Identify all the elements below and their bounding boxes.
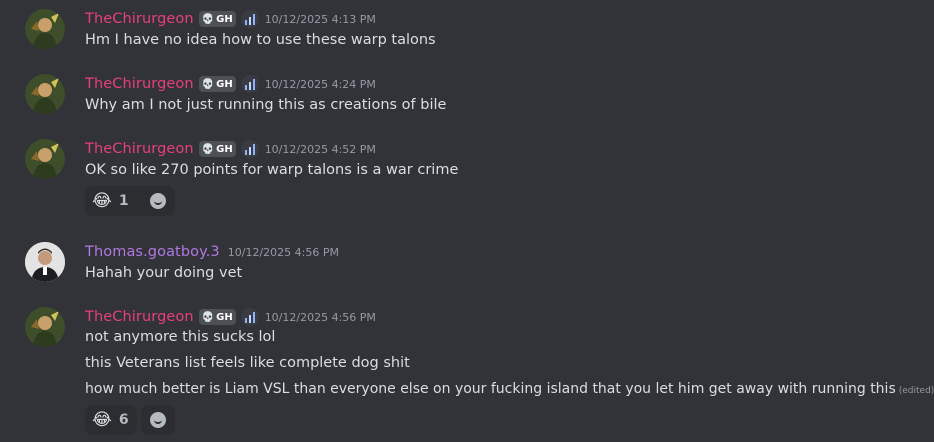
clan-tag[interactable]: 💀 GH	[198, 76, 236, 92]
server-boost-icon[interactable]	[240, 140, 259, 158]
message-text: not anymore this sucks lol	[85, 329, 276, 345]
skull-icon: 💀	[201, 13, 215, 25]
laughing-emoji-icon: 😂	[92, 191, 112, 211]
add-reaction-button[interactable]	[141, 186, 175, 216]
clan-tag-label: GH	[216, 78, 233, 90]
message-text-content: how much better is Liam VSL than everyon…	[85, 381, 896, 397]
message-text: this Veterans list feels like complete d…	[85, 355, 410, 371]
clan-tag[interactable]: 💀 GH	[198, 141, 236, 157]
username[interactable]: TheChirurgeon	[85, 141, 194, 157]
skull-icon: 💀	[201, 311, 215, 323]
server-boost-icon[interactable]	[240, 75, 259, 93]
smiley-icon	[150, 193, 166, 209]
avatar[interactable]	[25, 242, 65, 282]
clan-tag-label: GH	[216, 311, 233, 323]
smiley-icon	[150, 412, 166, 428]
timestamp[interactable]: 10/12/2025 4:56 PM	[265, 311, 376, 324]
avatar[interactable]	[25, 307, 65, 347]
server-boost-icon[interactable]	[240, 10, 259, 28]
username[interactable]: TheChirurgeon	[85, 309, 194, 325]
message-text: how much better is Liam VSL than everyon…	[85, 381, 934, 397]
clan-tag[interactable]: 💀 GH	[198, 309, 236, 325]
clan-tag-label: GH	[216, 13, 233, 25]
message-text: Why am I not just running this as creati…	[85, 97, 447, 113]
reaction-laughing[interactable]: 😂 6	[85, 405, 137, 435]
reaction-count: 6	[118, 412, 129, 428]
username[interactable]: Thomas.goatboy.3	[85, 244, 220, 260]
timestamp[interactable]: 10/12/2025 4:13 PM	[265, 13, 376, 26]
username[interactable]: TheChirurgeon	[85, 11, 194, 27]
skull-icon: 💀	[201, 143, 215, 155]
clan-tag[interactable]: 💀 GH	[198, 11, 236, 27]
timestamp[interactable]: 10/12/2025 4:24 PM	[265, 78, 376, 91]
avatar[interactable]	[25, 139, 65, 179]
edited-label[interactable]: (edited)	[899, 386, 934, 396]
server-boost-icon[interactable]	[240, 308, 259, 326]
username[interactable]: TheChirurgeon	[85, 76, 194, 92]
message-text: OK so like 270 points for warp talons is…	[85, 162, 459, 178]
laughing-emoji-icon: 😂	[92, 410, 112, 430]
reaction-count: 1	[118, 193, 129, 209]
timestamp[interactable]: 10/12/2025 4:56 PM	[228, 246, 339, 259]
clan-tag-label: GH	[216, 143, 233, 155]
avatar[interactable]	[25, 9, 65, 49]
timestamp[interactable]: 10/12/2025 4:52 PM	[265, 143, 376, 156]
message-text: Hahah your doing vet	[85, 265, 243, 281]
add-reaction-button[interactable]	[141, 405, 175, 435]
message-text: Hm I have no idea how to use these warp …	[85, 32, 436, 48]
avatar[interactable]	[25, 74, 65, 114]
skull-icon: 💀	[201, 78, 215, 90]
